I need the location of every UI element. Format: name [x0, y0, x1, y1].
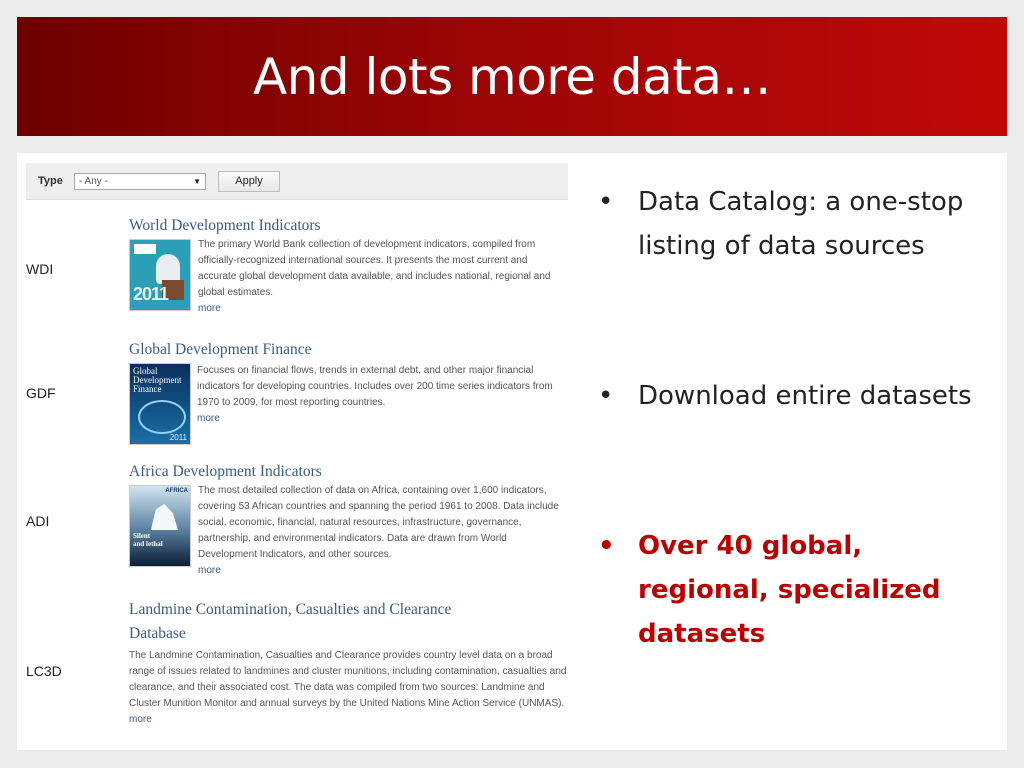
gdf-cover-title: Global Development Finance	[133, 366, 182, 394]
catalog-entry-gdf: GDF Global Development Finance Global De…	[26, 333, 568, 445]
more-link[interactable]: more	[197, 413, 220, 424]
entry-title-link[interactable]: Landmine Contamination, Casualties and C…	[129, 601, 451, 619]
entry-title-link[interactable]: Global Development Finance	[129, 341, 312, 359]
entry-abbr: WDI	[26, 261, 54, 277]
entry-description: The Landmine Contamination, Casualties a…	[129, 650, 567, 725]
gdf-cover-year: 2011	[169, 433, 187, 442]
data-catalog-screenshot: Type - Any - ▼ Apply WDI World Developme…	[26, 163, 568, 748]
entry-abbr: ADI	[26, 513, 50, 529]
wdi-cover-image[interactable]: 2011	[129, 239, 191, 311]
more-link[interactable]: more	[198, 565, 221, 576]
entry-description: Focuses on financial flows, trends in ex…	[197, 365, 553, 424]
slide-title: And lots more data…	[252, 47, 772, 106]
type-select-value: - Any -	[79, 175, 108, 187]
adi-cover-image[interactable]: AFRICA Silent and lethal	[129, 485, 191, 567]
adi-cover-title: Silent and lethal	[133, 532, 163, 548]
wdi-cover-year: 2011	[133, 284, 169, 304]
adi-cover-badge: AFRICA	[165, 488, 188, 494]
bullet-dot: •	[598, 381, 614, 411]
catalog-entry-lc3d: LC3D Landmine Contamination, Casualties …	[26, 593, 568, 748]
bullet-item-highlight: • Over 40 global, regional, specialized …	[598, 524, 988, 656]
type-filter-label: Type	[38, 175, 63, 187]
bullet-item: • Data Catalog: a one-stop listing of da…	[598, 180, 988, 268]
apply-button[interactable]: Apply	[218, 170, 280, 192]
slide-title-bar: And lots more data…	[17, 17, 1007, 136]
filter-bar: Type - Any - ▼ Apply	[26, 163, 568, 200]
entry-title-link[interactable]: World Development Indicators	[129, 217, 321, 235]
bullet-dot: •	[598, 187, 614, 217]
entry-abbr: LC3D	[26, 663, 62, 679]
entry-abbr: GDF	[26, 385, 56, 401]
more-link[interactable]: more	[198, 303, 221, 314]
more-link[interactable]: more	[129, 714, 152, 725]
bullet-dot: •	[598, 531, 615, 561]
chevron-down-icon: ▼	[193, 176, 201, 186]
type-select[interactable]: - Any - ▼	[74, 172, 206, 190]
bullet-item: • Download entire datasets	[598, 374, 988, 418]
entry-description: The primary World Bank collection of dev…	[198, 239, 551, 314]
entry-title-link-line2[interactable]: Database	[129, 625, 186, 643]
catalog-entry-wdi: WDI World Development Indicators 2011 Th…	[26, 209, 568, 319]
gdf-cover-image[interactable]: Global Development Finance 2011	[129, 363, 191, 445]
entry-description: The most detailed collection of data on …	[198, 485, 559, 576]
catalog-entry-adi: ADI Africa Development Indicators AFRICA…	[26, 455, 568, 585]
entry-title-link[interactable]: Africa Development Indicators	[129, 463, 322, 481]
